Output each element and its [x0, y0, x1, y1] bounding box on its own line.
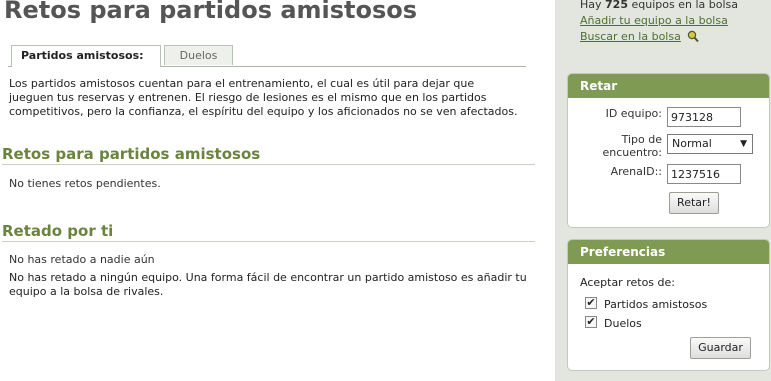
- match-type-select[interactable]: Normal ▼: [667, 134, 753, 154]
- section-title-retado: Retado por ti: [2, 222, 535, 242]
- no-challenges-text: No has retado a nadie aún: [9, 253, 155, 266]
- checkbox-duelos[interactable]: ✔: [585, 316, 597, 328]
- intro-paragraph: Los partidos amistosos cuentan para el e…: [9, 77, 518, 118]
- no-team-challenged-text: No has retado a ningún equipo. Una forma…: [9, 271, 527, 298]
- preferencias-panel: Preferencias Aceptar retos de: ✔ Partido…: [567, 239, 770, 371]
- chevron-down-icon: ▼: [740, 139, 747, 149]
- checkbox-partidos-amistosos-label: Partidos amistosos: [604, 298, 708, 311]
- page-title: Retos para partidos amistosos: [4, 0, 418, 24]
- bolsa-info: Hay 725 equipos en la bolsa Añadir tu eq…: [580, 0, 770, 48]
- retar-header: Retar: [568, 74, 769, 98]
- bolsa-count: 725: [605, 0, 628, 11]
- arena-id-input[interactable]: [667, 164, 741, 184]
- match-type-value: Normal: [672, 137, 712, 150]
- tab-partidos-amistosos[interactable]: Partidos amistosos:: [11, 45, 161, 67]
- match-type-label: Tipo de encuentro:: [602, 133, 662, 159]
- main-content: Retos para partidos amistosos Partidos a…: [0, 0, 545, 381]
- add-team-to-bolsa-link[interactable]: Añadir tu equipo a la bolsa: [580, 13, 770, 29]
- team-id-input[interactable]: [667, 107, 741, 127]
- arena-id-label: ArenaID::: [610, 165, 662, 178]
- retar-panel: Retar ID equipo: Tipo de encuentro: Norm…: [567, 73, 770, 228]
- bolsa-suffix: equipos en la bolsa: [628, 0, 738, 11]
- tab-duelos[interactable]: Duelos: [164, 45, 233, 65]
- retar-button[interactable]: Retar!: [669, 192, 719, 214]
- section-title-retos: Retos para partidos amistosos: [2, 145, 535, 165]
- preferencias-header: Preferencias: [568, 240, 769, 264]
- accept-challenges-label: Aceptar retos de:: [580, 276, 675, 289]
- guardar-button[interactable]: Guardar: [690, 337, 751, 359]
- checkbox-partidos-amistosos[interactable]: ✔: [585, 297, 597, 309]
- search-bolsa-row: Buscar en la bolsa: [580, 29, 770, 48]
- search-icon[interactable]: [687, 30, 700, 48]
- bolsa-count-line: Hay 725 equipos en la bolsa: [580, 0, 770, 13]
- team-id-label: ID equipo:: [605, 107, 662, 120]
- tab-bar: Partidos amistosos: Duelos: [8, 45, 526, 67]
- empty-retos-text: No tienes retos pendientes.: [9, 177, 161, 190]
- search-bolsa-link[interactable]: Buscar en la bolsa: [580, 30, 681, 43]
- bolsa-prefix: Hay: [580, 0, 606, 11]
- checkbox-duelos-label: Duelos: [604, 317, 642, 330]
